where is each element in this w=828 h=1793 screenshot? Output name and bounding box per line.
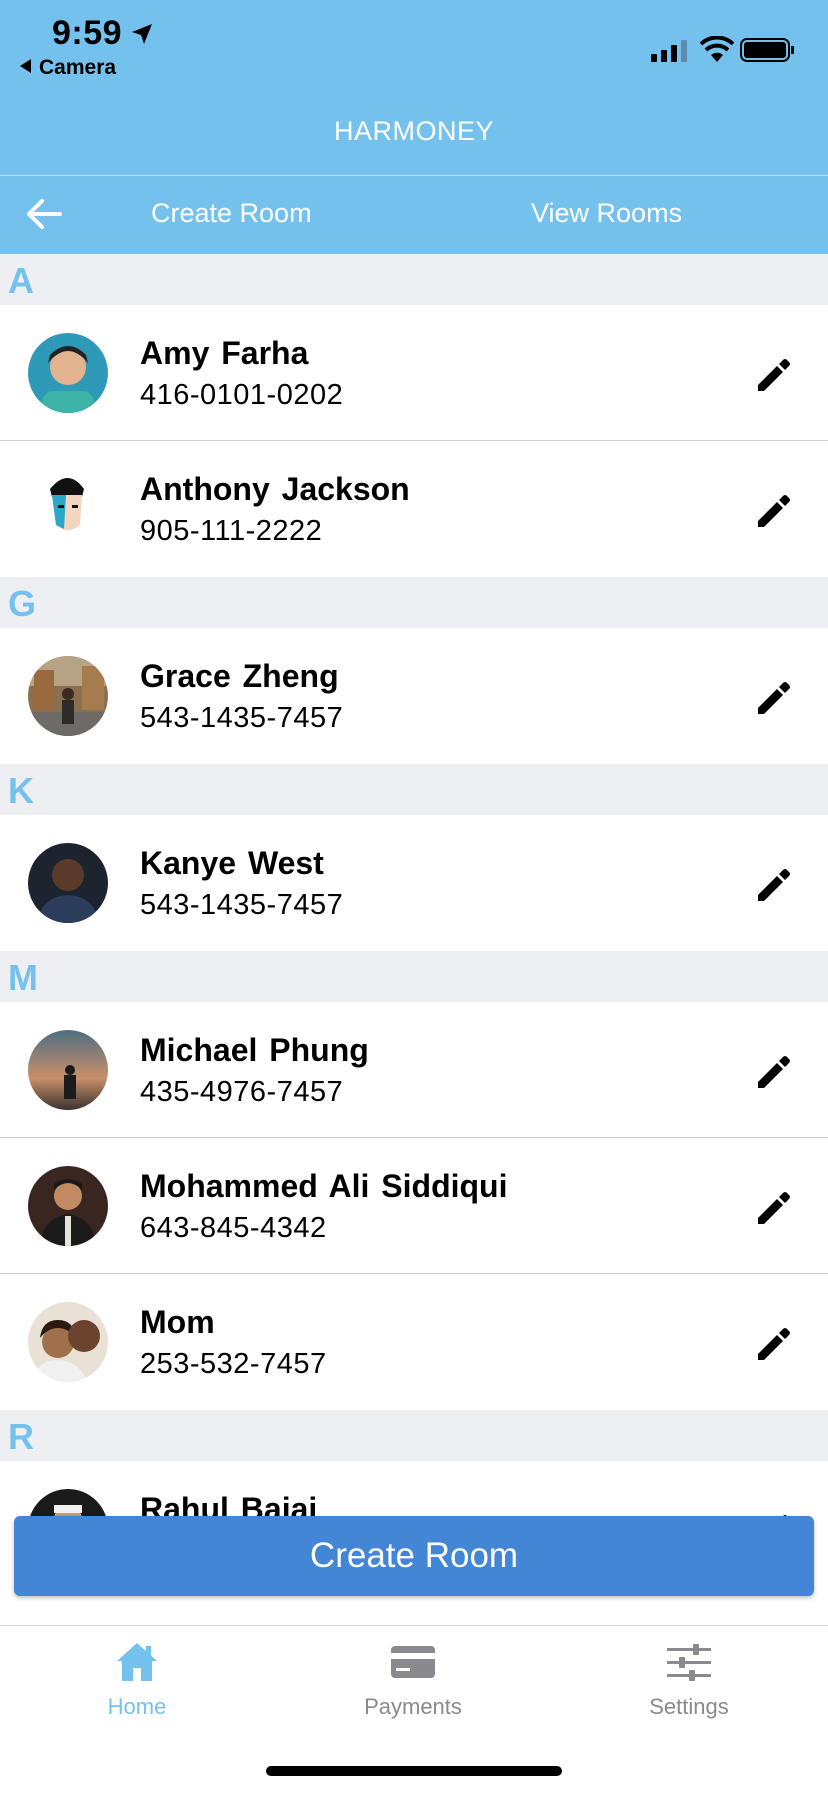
- back-arrow-icon[interactable]: [24, 196, 64, 232]
- back-app-label: Camera: [39, 56, 117, 79]
- tab-payments[interactable]: Payments: [313, 1626, 513, 1736]
- section-header-r: R: [0, 1410, 828, 1461]
- contact-name: Kanye West: [140, 845, 324, 881]
- status-bar: 9:59 Camera: [0, 0, 828, 92]
- contact-row[interactable]: Anthony Jackson 905-111-2222: [0, 441, 828, 577]
- section-letter: A: [8, 260, 34, 301]
- contact-phone: 543-1435-7457: [140, 889, 344, 921]
- credit-card-icon: [391, 1646, 435, 1678]
- contact-row[interactable]: Mom 253-532-7457: [0, 1274, 828, 1410]
- contact-name: Mom: [140, 1304, 215, 1340]
- tab-label: Settings: [649, 1694, 729, 1719]
- avatar: [28, 1302, 108, 1382]
- contact-name: Grace Zheng: [140, 658, 339, 694]
- location-arrow-icon: [132, 24, 152, 44]
- contact-list: A Amy Farha 416-0101-0202 Anthony Jackso…: [0, 254, 828, 1597]
- section-letter: M: [8, 957, 38, 998]
- battery-icon: [740, 38, 794, 62]
- contact-name: Anthony Jackson: [140, 471, 410, 507]
- avatar: [28, 469, 108, 549]
- edit-pencil-icon[interactable]: [754, 1324, 794, 1364]
- section-header-k: K: [0, 764, 828, 815]
- contact-phone: 643-845-4342: [140, 1212, 327, 1244]
- home-indicator: [266, 1766, 562, 1776]
- tab-home[interactable]: Home: [37, 1626, 237, 1736]
- contact-row[interactable]: Mohammed Ali Siddiqui 643-845-4342: [0, 1138, 828, 1274]
- back-to-camera-link[interactable]: Camera: [20, 56, 116, 80]
- avatar: [28, 333, 108, 413]
- tab-settings[interactable]: Settings: [589, 1626, 789, 1736]
- nav-bar: Create Room View Rooms: [0, 176, 828, 254]
- home-icon: [117, 1643, 157, 1681]
- edit-pencil-icon[interactable]: [754, 678, 794, 718]
- contact-phone: 416-0101-0202: [140, 379, 344, 411]
- contact-name: Amy Farha: [140, 335, 309, 371]
- contact-phone: 435-4976-7457: [140, 1076, 344, 1108]
- contact-name: Michael Phung: [140, 1032, 369, 1068]
- section-letter: R: [8, 1416, 34, 1457]
- contact-row[interactable]: Amy Farha 416-0101-0202: [0, 305, 828, 441]
- avatar: [28, 1166, 108, 1246]
- tab-label: Home: [107, 1694, 167, 1719]
- app-header: HARMONEY: [0, 92, 828, 176]
- wifi-icon: [700, 36, 734, 62]
- contact-phone: 543-1435-7457: [140, 702, 344, 734]
- contact-row[interactable]: Kanye West 543-1435-7457: [0, 815, 828, 951]
- avatar: [28, 1030, 108, 1110]
- contact-row[interactable]: Michael Phung 435-4976-7457: [0, 1002, 828, 1138]
- sliders-icon: [667, 1644, 711, 1681]
- contact-phone: 253-532-7457: [140, 1348, 327, 1380]
- edit-pencil-icon[interactable]: [754, 355, 794, 395]
- edit-pencil-icon[interactable]: [754, 865, 794, 905]
- nav-create-room-link[interactable]: Create Room: [151, 198, 312, 229]
- contact-phone: 905-111-2222: [140, 515, 323, 547]
- create-room-button[interactable]: Create Room: [14, 1516, 814, 1596]
- edit-pencil-icon[interactable]: [754, 1188, 794, 1228]
- section-header-a: A: [0, 254, 828, 305]
- contact-name: Mohammed Ali Siddiqui: [140, 1168, 508, 1204]
- contact-row[interactable]: Grace Zheng 543-1435-7457: [0, 628, 828, 764]
- avatar: [28, 656, 108, 736]
- back-triangle-icon: [20, 59, 31, 73]
- edit-pencil-icon[interactable]: [754, 491, 794, 531]
- nav-view-rooms-link[interactable]: View Rooms: [531, 198, 682, 229]
- section-letter: G: [8, 583, 37, 624]
- tab-label: Payments: [364, 1694, 462, 1719]
- cellular-signal-icon: [651, 40, 687, 62]
- section-header-g: G: [0, 577, 828, 628]
- avatar: [28, 843, 108, 923]
- app-title: HARMONEY: [333, 116, 494, 146]
- edit-pencil-icon[interactable]: [754, 1052, 794, 1092]
- status-time: 9:59: [52, 14, 123, 52]
- section-header-m: M: [0, 951, 828, 1002]
- section-letter: K: [8, 770, 34, 811]
